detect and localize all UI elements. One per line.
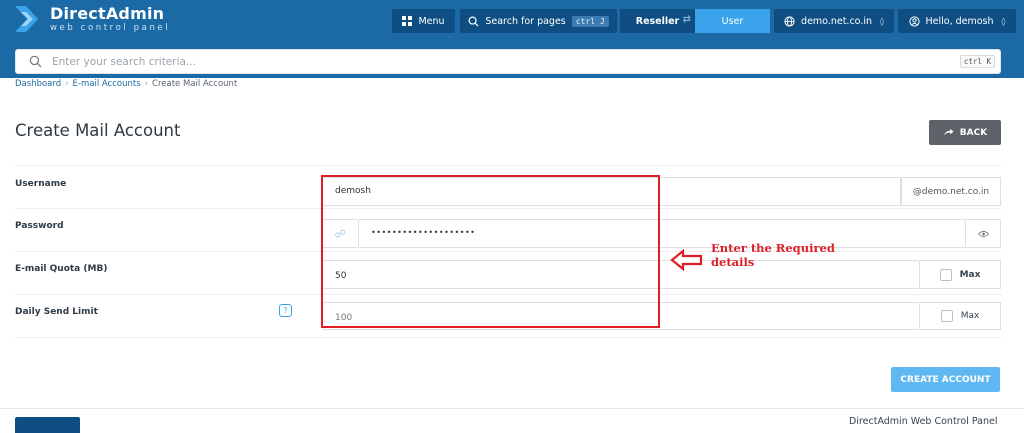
grid-icon	[402, 16, 413, 26]
role-user-label: User	[721, 15, 744, 27]
annotation-arrow-icon	[670, 249, 703, 271]
annotation-highlight-box	[321, 175, 660, 328]
domain-label: demo.net.co.in	[801, 15, 872, 27]
user-icon	[908, 15, 920, 27]
global-search-bar: ctrl K	[15, 49, 1001, 74]
footer-text: DirectAdmin Web Control Panel	[849, 416, 998, 427]
chevron-updown-icon: ◊	[880, 16, 884, 26]
directadmin-logo-icon	[12, 4, 42, 34]
role-reseller-label: Reseller	[635, 15, 680, 27]
menu-label: Menu	[418, 15, 445, 27]
brand-text: DirectAdmin web control panel	[50, 4, 171, 34]
breadcrumb-separator: ›	[144, 79, 149, 89]
page-title: Create Mail Account	[15, 121, 181, 140]
breadcrumb-current: Create Mail Account	[152, 79, 238, 89]
footer-button[interactable]	[15, 417, 80, 433]
role-reseller-option[interactable]: Reseller ⇄	[620, 9, 695, 33]
globe-icon	[784, 15, 795, 27]
back-button[interactable]: BACK	[929, 120, 1001, 145]
search-pages-shortcut: ctrl J	[571, 15, 609, 27]
breadcrumb-dashboard[interactable]: Dashboard	[15, 79, 61, 89]
back-label: BACK	[959, 127, 988, 138]
breadcrumb-separator: ›	[65, 79, 69, 89]
search-shortcut: ctrl K	[959, 55, 995, 68]
password-label: Password	[15, 221, 64, 231]
domain-selector[interactable]: demo.net.co.in ◊	[774, 9, 894, 33]
toggle-password-visibility[interactable]	[966, 219, 1001, 248]
quota-max-label: Max	[959, 269, 981, 280]
send-limit-label: Daily Send Limit	[15, 307, 98, 317]
username-label: Username	[15, 179, 67, 189]
send-limit-max-checkbox[interactable]	[940, 310, 953, 322]
search-pages-button[interactable]: Search for pages ctrl J	[460, 9, 617, 33]
logo[interactable]: DirectAdmin web control panel	[12, 4, 170, 34]
search-pages-label: Search for pages	[485, 15, 566, 27]
footer-divider	[0, 408, 1024, 409]
send-limit-max-toggle[interactable]: Max	[920, 302, 1001, 330]
search-icon	[29, 55, 42, 68]
brand-subtitle: web control panel	[50, 23, 171, 33]
breadcrumb-email-accounts[interactable]: E-mail Accounts	[73, 79, 141, 89]
global-search-input[interactable]	[52, 55, 932, 68]
eye-icon	[977, 230, 989, 237]
brand-title: DirectAdmin	[50, 4, 165, 23]
help-icon[interactable]: ?	[279, 304, 292, 317]
swap-arrows-icon: ⇄	[682, 14, 691, 25]
quota-max-toggle[interactable]: Max	[920, 260, 1001, 289]
role-switch[interactable]: Reseller ⇄ User	[620, 9, 770, 33]
quota-label: E-mail Quota (MB)	[15, 264, 108, 274]
menu-button[interactable]: Menu	[392, 9, 455, 33]
quota-max-checkbox[interactable]	[939, 268, 952, 281]
chevron-updown-icon: ◊	[1001, 16, 1006, 26]
user-menu[interactable]: Hello, demosh ◊	[898, 9, 1016, 33]
search-icon	[468, 16, 479, 27]
send-limit-max-label: Max	[960, 311, 980, 321]
form-divider	[15, 337, 1001, 338]
form-divider	[15, 165, 1001, 166]
annotation-text: Enter the Required details	[711, 241, 835, 269]
role-user-option[interactable]: User	[695, 9, 770, 33]
forward-arrow-icon	[943, 128, 954, 136]
create-account-button[interactable]: CREATE ACCOUNT	[891, 367, 1000, 392]
breadcrumb: Dashboard › E-mail Accounts › Create Mail Ac…	[15, 79, 237, 89]
greeting-label: Hello, demosh	[925, 15, 994, 27]
domain-suffix: @demo.net.co.in	[901, 177, 1001, 206]
